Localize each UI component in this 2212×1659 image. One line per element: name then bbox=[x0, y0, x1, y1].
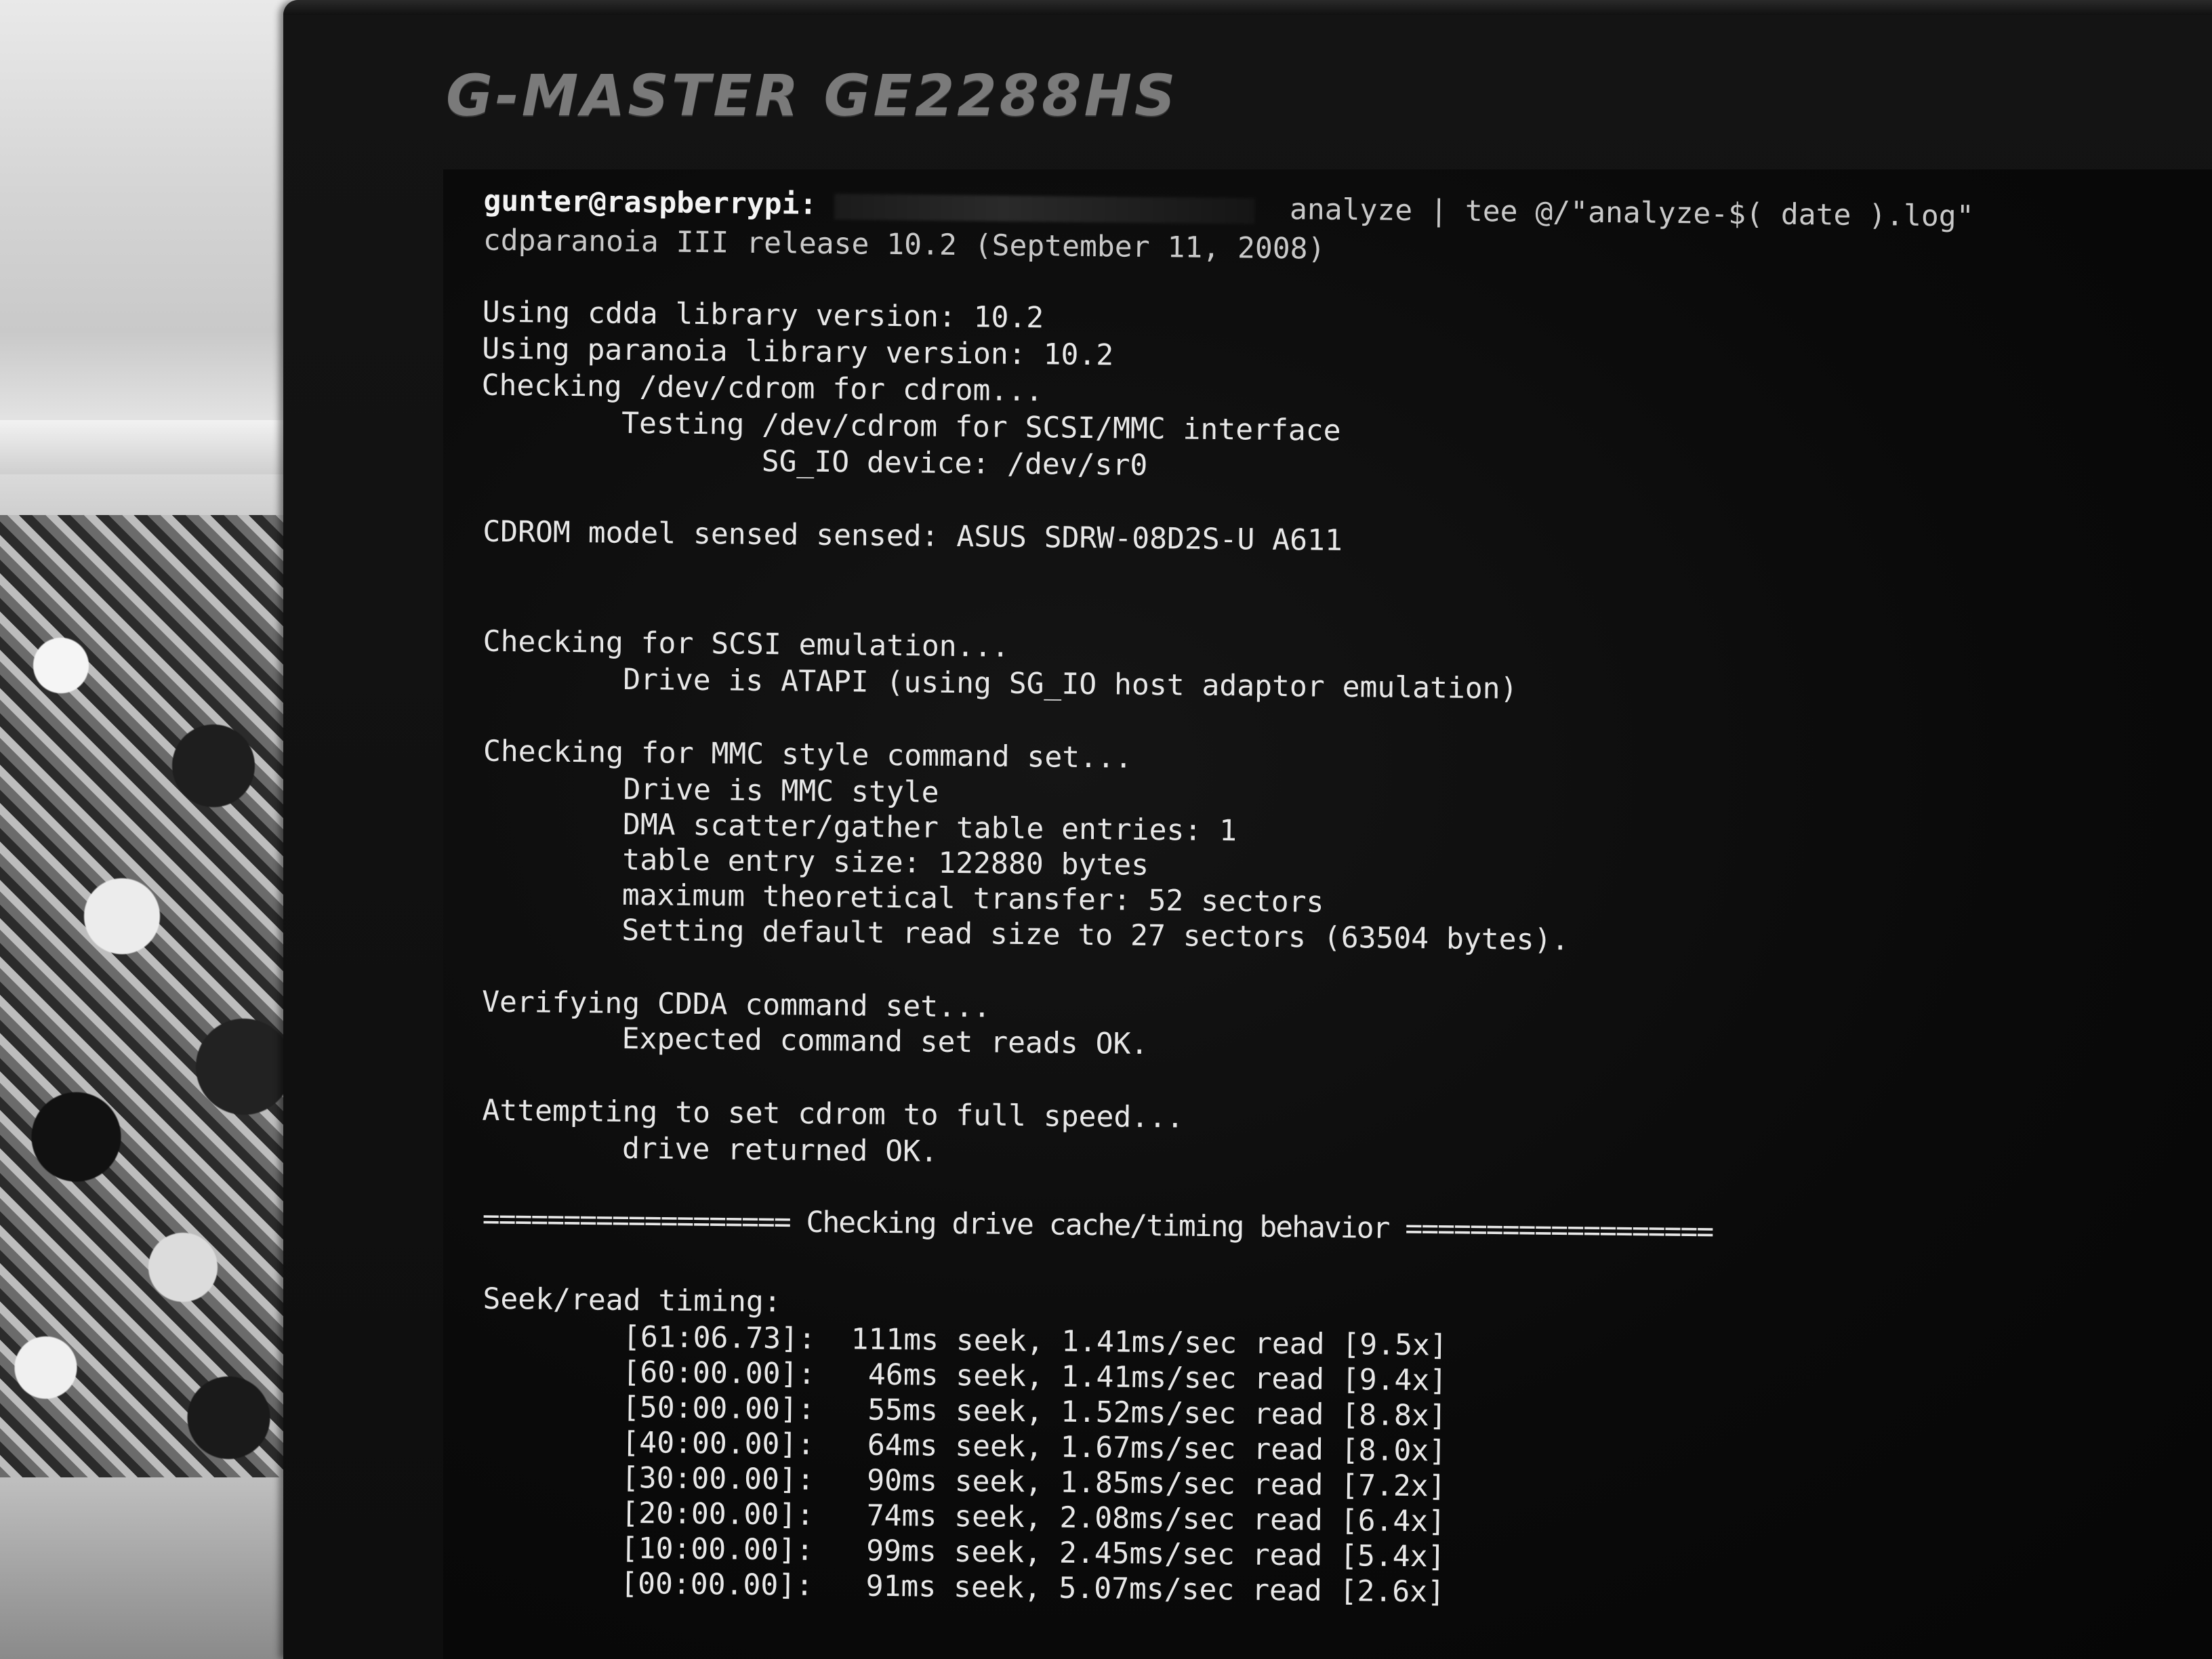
background-foliage bbox=[0, 515, 305, 1518]
drive-returned-ok-line: drive returned OK. bbox=[481, 1130, 939, 1169]
sg-io-device-line: SG_IO device: /dev/sr0 bbox=[480, 441, 1148, 483]
default-read-size-line: Setting default read size to 27 sectors … bbox=[481, 912, 1570, 958]
seek-read-timing-header: Seek/read timing: bbox=[483, 1282, 781, 1319]
terminal-screen[interactable]: gunter@raspberrypi: analyze | tee @/"ana… bbox=[443, 169, 2212, 1659]
verifying-cdda-line: Verifying CDDA command set... bbox=[481, 985, 991, 1025]
cdda-library-line: Using cdda library version: 10.2 bbox=[482, 295, 1044, 335]
checking-scsi-emulation-line: Checking for SCSI emulation... bbox=[483, 624, 1010, 664]
monitor-brand-label: G-MASTER GE2288HS bbox=[446, 62, 1179, 129]
paranoia-library-line: Using paranoia library version: 10.2 bbox=[481, 331, 1114, 373]
prompt-command: analyze | tee @/"analyze-$( date ).log" bbox=[1289, 192, 1974, 234]
checking-mmc-line: Checking for MMC style command set... bbox=[483, 734, 1133, 775]
background-ledge bbox=[0, 1477, 305, 1659]
redacted-command-part bbox=[834, 193, 1255, 224]
attempting-full-speed-line: Attempting to set cdrom to full speed... bbox=[482, 1093, 1185, 1135]
prompt-user: gunter@raspberrypi: bbox=[483, 184, 817, 222]
terminal-output: gunter@raspberrypi: analyze | tee @/"ana… bbox=[443, 169, 2212, 1659]
monitor: G-MASTER GE2288HS gunter@raspberrypi: an… bbox=[283, 0, 2212, 1659]
release-line: cdparanoia III release 10.2 (September 1… bbox=[483, 223, 1326, 266]
checking-dev-line: Checking /dev/cdrom for cdrom... bbox=[481, 368, 1044, 409]
cache-timing-header-line: =================== Checking drive cache… bbox=[482, 1202, 1713, 1249]
drive-mmc-line: Drive is MMC style bbox=[483, 771, 939, 810]
background-window-frame bbox=[0, 420, 312, 474]
drive-atapi-line: Drive is ATAPI (using SG_IO host adaptor… bbox=[482, 661, 1518, 706]
cdrom-model-line: CDROM model sensed sensed: ASUS SDRW-08D… bbox=[483, 514, 1343, 558]
expected-command-set-line: Expected command set reads OK. bbox=[481, 1020, 1149, 1061]
monitor-bezel-edge bbox=[283, 0, 2212, 15]
